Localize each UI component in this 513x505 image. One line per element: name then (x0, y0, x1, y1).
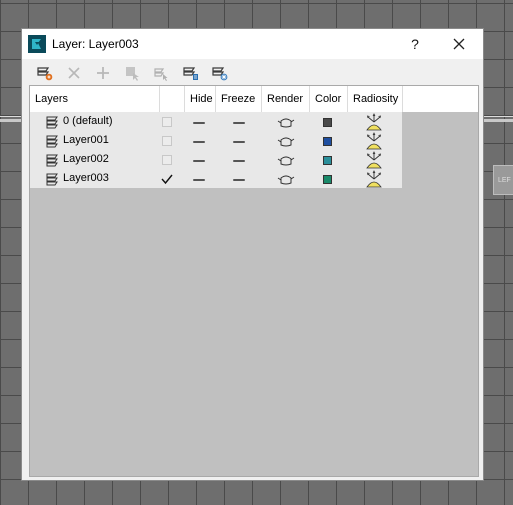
app-icon (28, 35, 46, 53)
radiosity-icon[interactable] (364, 151, 384, 170)
table-row[interactable]: Layer001 (30, 132, 402, 151)
render-teapot-icon[interactable] (277, 173, 295, 186)
close-button[interactable] (447, 32, 471, 56)
hide-toggle[interactable] (193, 141, 205, 143)
layer-color-swatch[interactable] (323, 175, 332, 184)
dialog-title: Layer: Layer003 (52, 37, 139, 51)
layer-stack-icon (46, 116, 58, 129)
highlight-selected-button[interactable] (151, 63, 171, 83)
current-layer-checkbox[interactable] (162, 117, 172, 127)
layer-list-header: Layers Hide Freeze Render Color Radiosit… (30, 86, 478, 112)
help-button[interactable]: ? (405, 34, 425, 54)
create-layer-button[interactable] (35, 63, 55, 83)
layer-color-swatch[interactable] (323, 137, 332, 146)
column-header-current[interactable] (160, 86, 185, 112)
viewport-label[interactable]: LEF (493, 165, 513, 195)
hide-toggle[interactable] (193, 122, 205, 124)
freeze-all-layers-icon (212, 67, 228, 81)
close-icon (453, 38, 465, 50)
add-to-layer-button[interactable] (93, 63, 113, 83)
radiosity-icon[interactable] (364, 170, 384, 189)
layer-stack-icon (46, 154, 58, 167)
hide-toggle[interactable] (193, 179, 205, 181)
render-teapot-icon[interactable] (277, 135, 295, 148)
table-row[interactable]: Layer002 (30, 151, 402, 170)
layer-color-swatch[interactable] (323, 156, 332, 165)
column-header-color[interactable]: Color (310, 86, 348, 112)
radiosity-icon[interactable] (364, 132, 384, 151)
hide-all-layers-icon (183, 67, 198, 80)
delete-layer-button[interactable] (64, 63, 84, 83)
layer-dialog: Layer: Layer003 ? Layers Hide Freeze Ren… (21, 28, 484, 481)
layer-name[interactable]: 0 (default) (63, 115, 113, 127)
checkmark-icon[interactable] (160, 172, 174, 186)
layer-stack-icon (46, 173, 58, 186)
render-teapot-icon[interactable] (277, 116, 295, 129)
freeze-toggle[interactable] (233, 122, 245, 124)
freeze-toggle[interactable] (233, 179, 245, 181)
render-teapot-icon[interactable] (277, 154, 295, 167)
current-layer-checkbox[interactable] (162, 155, 172, 165)
layer-list[interactable]: Layers Hide Freeze Render Color Radiosit… (29, 85, 479, 477)
current-layer-checkbox[interactable] (162, 136, 172, 146)
hide-all-layers-button[interactable] (181, 63, 201, 83)
highlight-selected-icon (154, 68, 168, 81)
layer-stack-icon (46, 135, 58, 148)
layer-name[interactable]: Layer002 (63, 153, 109, 165)
create-layer-icon (37, 67, 53, 81)
freeze-toggle[interactable] (233, 160, 245, 162)
select-objects-icon (126, 67, 139, 81)
column-header-layers[interactable]: Layers (30, 86, 160, 112)
radiosity-icon[interactable] (364, 113, 384, 132)
column-header-render[interactable]: Render (262, 86, 310, 112)
column-header-radiosity[interactable]: Radiosity (348, 86, 403, 112)
layer-rows: 0 (default) Layer001 Layer002 Layer003 (30, 112, 402, 188)
add-to-layer-icon (97, 67, 109, 79)
delete-layer-icon (68, 67, 80, 79)
toolbar (22, 59, 483, 85)
freeze-toggle[interactable] (233, 141, 245, 143)
freeze-all-layers-button[interactable] (210, 63, 230, 83)
column-header-hide[interactable]: Hide (185, 86, 216, 112)
layer-name[interactable]: Layer001 (63, 134, 109, 146)
column-header-freeze[interactable]: Freeze (216, 86, 262, 112)
layer-color-swatch[interactable] (323, 118, 332, 127)
layer-name[interactable]: Layer003 (63, 172, 109, 184)
select-objects-button[interactable] (122, 63, 142, 83)
title-bar[interactable]: Layer: Layer003 ? (22, 29, 483, 59)
table-row[interactable]: Layer003 (30, 170, 402, 189)
table-row[interactable]: 0 (default) (30, 113, 402, 132)
hide-toggle[interactable] (193, 160, 205, 162)
